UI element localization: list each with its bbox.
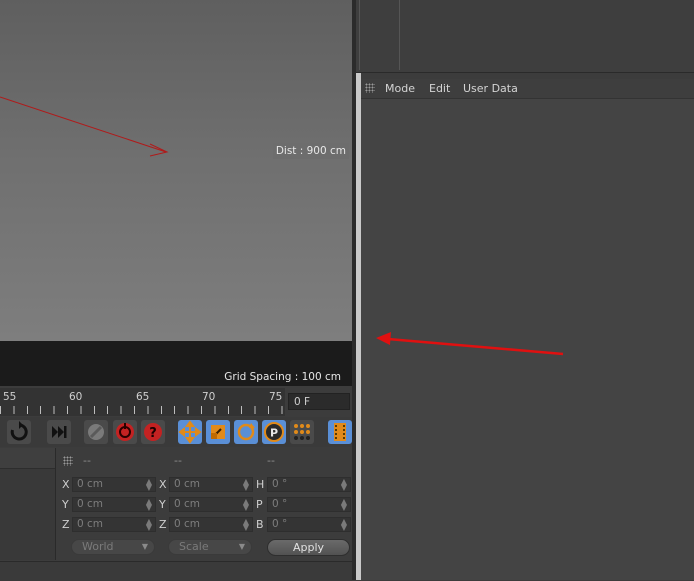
menu-mode[interactable]: Mode bbox=[385, 82, 415, 95]
size-axis-label: Y bbox=[159, 498, 166, 511]
size-z-field[interactable]: 0 cm ▲ ▼ bbox=[169, 517, 253, 532]
viewport-ground: Grid Spacing : 100 cm bbox=[0, 341, 352, 386]
rotation-axis-label: B bbox=[256, 518, 264, 531]
rotation-b-field[interactable]: 0 ° ▲ ▼ bbox=[267, 517, 351, 532]
timeline-tick-label: 75 bbox=[269, 391, 283, 403]
timeline-tick-label: 60 bbox=[69, 391, 83, 403]
menu-edit[interactable]: Edit bbox=[429, 82, 450, 95]
size-axis-label: X bbox=[159, 478, 167, 491]
timeline-ruler[interactable]: 55 60 65 70 75 bbox=[0, 388, 285, 416]
objects-column-divider bbox=[359, 0, 360, 70]
pla-key-icon[interactable] bbox=[290, 420, 314, 444]
svg-text:?: ? bbox=[149, 426, 157, 441]
rotation-p-field[interactable]: 0 ° ▲ ▼ bbox=[267, 497, 351, 512]
coordinate-mode-dropdown[interactable]: World ▼ bbox=[71, 539, 155, 555]
timeline-tick-label: 55 bbox=[3, 391, 17, 403]
size-mode-dropdown[interactable]: Scale ▼ bbox=[168, 539, 252, 555]
rotate-key-icon[interactable] bbox=[234, 420, 258, 444]
coordinate-side-header bbox=[0, 448, 55, 469]
distance-readout: Dist : 900 cm bbox=[272, 143, 349, 159]
objects-column-divider[interactable] bbox=[399, 0, 400, 70]
size-x-field[interactable]: 0 cm ▲ ▼ bbox=[169, 477, 253, 492]
chevron-down-icon: ▼ bbox=[238, 542, 245, 551]
timeline-tick-label: 70 bbox=[202, 391, 216, 403]
grip-icon[interactable] bbox=[63, 456, 73, 466]
position-axis-label: Y bbox=[62, 498, 69, 511]
position-axis-label: Z bbox=[62, 518, 70, 531]
menu-user-data[interactable]: User Data bbox=[463, 82, 518, 95]
param-key-icon[interactable]: P bbox=[262, 420, 286, 444]
size-y-field[interactable]: 0 cm ▲ ▼ bbox=[169, 497, 253, 512]
position-x-field[interactable]: 0 cm ▲ ▼ bbox=[72, 477, 156, 492]
position-y-field[interactable]: 0 cm ▲ ▼ bbox=[72, 497, 156, 512]
scale-key-icon[interactable] bbox=[206, 420, 230, 444]
viewport-axis-arrow bbox=[0, 96, 169, 157]
autokey-help-icon[interactable]: ? bbox=[141, 420, 165, 444]
keyframe-disabled-icon[interactable] bbox=[84, 420, 108, 444]
attributes-panel bbox=[361, 99, 694, 580]
current-frame-field[interactable]: 0 F bbox=[288, 393, 350, 410]
size-header: -- bbox=[174, 454, 182, 467]
move-key-icon[interactable] bbox=[178, 420, 202, 444]
size-axis-label: Z bbox=[159, 518, 167, 531]
chevron-down-icon: ▼ bbox=[141, 542, 148, 551]
timeline-tick-label: 65 bbox=[136, 391, 150, 403]
3d-viewport[interactable]: Dist : 900 cm bbox=[0, 0, 352, 341]
grid-spacing-readout: Grid Spacing : 100 cm bbox=[224, 371, 341, 383]
objects-panel bbox=[356, 0, 694, 73]
position-header: -- bbox=[83, 454, 91, 467]
animation-toolbar: ? P bbox=[0, 417, 352, 447]
rotation-header: -- bbox=[267, 454, 275, 467]
svg-text:P: P bbox=[270, 427, 278, 440]
rotation-h-field[interactable]: 0 ° ▲ ▼ bbox=[267, 477, 351, 492]
record-active-icon[interactable] bbox=[113, 420, 137, 444]
position-axis-label: X bbox=[62, 478, 70, 491]
coordinate-header: -- -- -- bbox=[57, 450, 352, 470]
attributes-menubar: Mode Edit User Data bbox=[361, 79, 694, 99]
timeline-ticks bbox=[0, 406, 285, 414]
position-z-field[interactable]: 0 cm ▲ ▼ bbox=[72, 517, 156, 532]
loop-icon[interactable] bbox=[7, 420, 31, 444]
apply-button[interactable]: Apply bbox=[267, 539, 350, 556]
rotation-axis-label: P bbox=[256, 498, 263, 511]
rotation-axis-label: H bbox=[256, 478, 265, 491]
go-to-end-icon[interactable] bbox=[47, 420, 71, 444]
status-bar bbox=[0, 561, 352, 581]
film-icon[interactable] bbox=[328, 420, 352, 444]
grip-icon[interactable] bbox=[365, 83, 375, 93]
